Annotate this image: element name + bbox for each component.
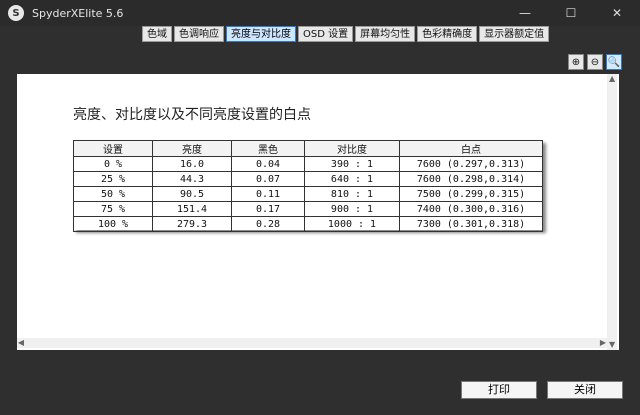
zoom-out-icon[interactable]: ⊖ — [587, 54, 603, 70]
cell-luminance: 279.3 — [152, 216, 232, 232]
col-setting-header: 设置 — [73, 140, 153, 157]
report-tabs: 色域 色调响应 亮度与对比度 OSD 设置 屏幕均匀性 色彩精确度 显示器额定值 — [142, 26, 550, 42]
report-title: 亮度、对比度以及不同亮度设置的白点 — [73, 107, 311, 123]
tab-brightness-contrast[interactable]: 亮度与对比度 — [226, 26, 296, 42]
cell-black: 0.11 — [231, 186, 305, 202]
close-button[interactable]: 关闭 — [547, 381, 623, 399]
tab-display-rating[interactable]: 显示器额定值 — [479, 26, 550, 42]
window-title: SpyderXElite 5.6 — [32, 6, 124, 20]
cell-whitepoint: 7500 (0.299,0.315) — [399, 186, 543, 202]
tab-screen-uniformity[interactable]: 屏幕均匀性 — [355, 26, 416, 42]
col-contrast-header: 对比度 — [304, 140, 400, 157]
col-whitepoint-header: 白点 — [399, 140, 543, 157]
cell-whitepoint: 7400 (0.300,0.316) — [399, 201, 543, 217]
cell-black: 0.17 — [231, 201, 305, 217]
scroll-left-icon[interactable]: ◀ — [17, 338, 25, 348]
close-icon[interactable]: ✕ — [594, 0, 640, 26]
cell-luminance: 16.0 — [152, 156, 232, 172]
zoom-fit-icon[interactable]: 🔍 — [606, 54, 622, 70]
col-black-header: 黑色 — [231, 140, 305, 157]
tab-gamut[interactable]: 色域 — [142, 26, 172, 42]
table-row: 50 % 90.5 0.11 810 : 1 7500 (0.299,0.315… — [73, 186, 543, 202]
cell-black: 0.04 — [231, 156, 305, 172]
brightness-contrast-table: 设置 亮度 黑色 对比度 白点 0 % 16.0 0.04 390 : 1 76… — [73, 140, 543, 232]
horizontal-scrollbar[interactable]: ◀ ▶ — [17, 338, 607, 348]
tab-tone-response[interactable]: 色调响应 — [174, 26, 224, 42]
cell-luminance: 90.5 — [152, 186, 232, 202]
vertical-scrollbar[interactable]: ▲ ▼ — [607, 74, 617, 350]
cell-setting: 100 % — [73, 216, 153, 232]
scroll-right-icon[interactable]: ▶ — [599, 338, 607, 348]
minimize-icon[interactable]: — — [502, 0, 548, 26]
print-button[interactable]: 打印 — [461, 381, 537, 399]
brightness-contrast-table-wrap: 设置 亮度 黑色 对比度 白点 0 % 16.0 0.04 390 : 1 76… — [73, 140, 543, 232]
maximize-icon[interactable]: ☐ — [548, 0, 594, 26]
cell-whitepoint: 7600 (0.297,0.313) — [399, 156, 543, 172]
cell-setting: 0 % — [73, 156, 153, 172]
cell-luminance: 151.4 — [152, 201, 232, 217]
zoom-in-icon[interactable]: ⊕ — [568, 54, 584, 70]
zoom-controls: ⊕ ⊖ 🔍 — [568, 54, 622, 70]
cell-contrast: 390 : 1 — [304, 156, 400, 172]
table-row: 75 % 151.4 0.17 900 : 1 7400 (0.300,0.31… — [73, 201, 543, 217]
col-luminance-header: 亮度 — [152, 140, 232, 157]
table-row: 100 % 279.3 0.28 1000 : 1 7300 (0.301,0.… — [73, 216, 543, 232]
cell-contrast: 640 : 1 — [304, 171, 400, 187]
cell-whitepoint: 7600 (0.298,0.314) — [399, 171, 543, 187]
table-row: 25 % 44.3 0.07 640 : 1 7600 (0.298,0.314… — [73, 171, 543, 187]
cell-contrast: 810 : 1 — [304, 186, 400, 202]
app-logo-icon: S — [8, 5, 24, 21]
cell-setting: 25 % — [73, 171, 153, 187]
cell-setting: 75 % — [73, 201, 153, 217]
cell-setting: 50 % — [73, 186, 153, 202]
cell-black: 0.28 — [231, 216, 305, 232]
cell-contrast: 1000 : 1 — [304, 216, 400, 232]
table-header-row: 设置 亮度 黑色 对比度 白点 — [73, 140, 543, 157]
title-bar: S SpyderXElite 5.6 — ☐ ✕ — [0, 0, 640, 26]
cell-contrast: 900 : 1 — [304, 201, 400, 217]
scroll-up-icon[interactable]: ▲ — [609, 75, 615, 83]
cell-whitepoint: 7300 (0.301,0.318) — [399, 216, 543, 232]
cell-black: 0.07 — [231, 171, 305, 187]
window-controls: — ☐ ✕ — [502, 0, 640, 26]
tab-color-accuracy[interactable]: 色彩精确度 — [417, 26, 478, 42]
scroll-down-icon[interactable]: ▼ — [609, 341, 615, 349]
report-viewport: 亮度、对比度以及不同亮度设置的白点 设置 亮度 黑色 对比度 白点 0 % 16… — [17, 74, 619, 350]
tab-osd-settings[interactable]: OSD 设置 — [298, 26, 354, 42]
table-row: 0 % 16.0 0.04 390 : 1 7600 (0.297,0.313) — [73, 156, 543, 172]
cell-luminance: 44.3 — [152, 171, 232, 187]
